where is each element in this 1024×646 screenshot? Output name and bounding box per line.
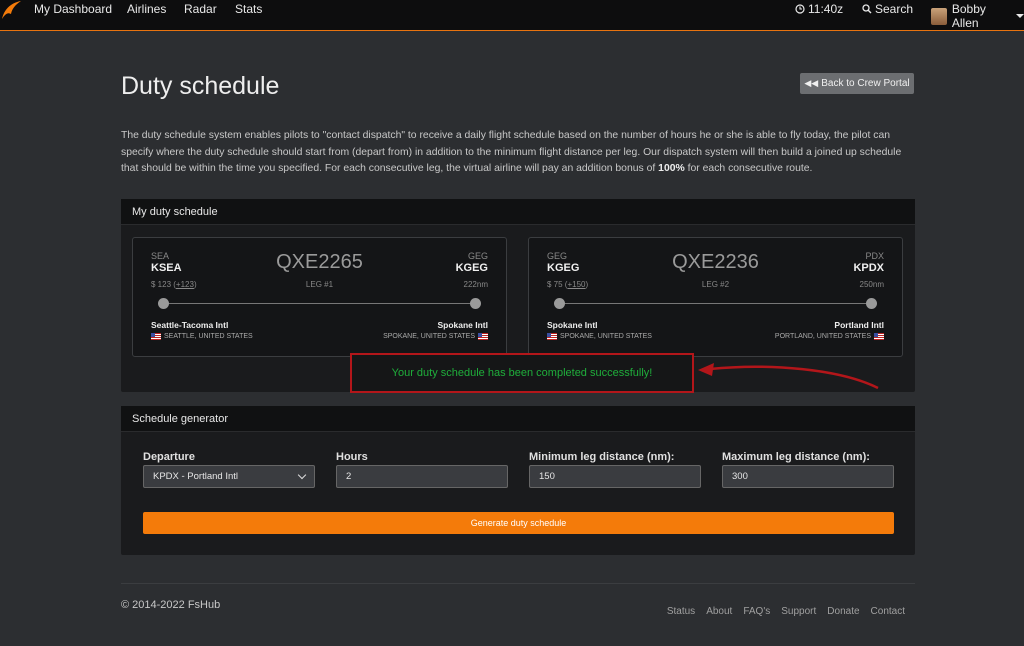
- footer-link-contact[interactable]: Contact: [871, 606, 905, 617]
- nav-airlines[interactable]: Airlines: [127, 2, 166, 16]
- min-distance-input[interactable]: 150: [529, 465, 701, 488]
- min-distance-label: Minimum leg distance (nm):: [529, 451, 675, 463]
- flight-number: QXE2236: [672, 251, 759, 273]
- leg-card[interactable]: GEG KGEG PDX KPDX QXE2236 LEG #2 $ 75 (+…: [528, 237, 903, 357]
- footer-links: Status About FAQ's Support Donate Contac…: [667, 606, 905, 617]
- footer-link-support[interactable]: Support: [781, 606, 816, 617]
- fshub-logo[interactable]: [0, 0, 22, 20]
- intro-bonus: 100%: [658, 163, 685, 174]
- departure-location-text: SEATTLE, UNITED STATES: [164, 333, 253, 340]
- max-distance-input[interactable]: 300: [722, 465, 894, 488]
- back-to-crew-portal-button[interactable]: ◀◀ Back to Crew Portal: [800, 73, 914, 94]
- arrival-dot: [866, 298, 877, 309]
- user-menu[interactable]: Bobby Allen: [931, 2, 1024, 30]
- avatar: [931, 7, 947, 25]
- arrival-location: PORTLAND, UNITED STATES: [775, 333, 887, 340]
- chevron-down-icon: [297, 470, 307, 480]
- copyright: © 2014-2022 FsHub: [121, 599, 221, 611]
- route-line: [163, 303, 476, 304]
- user-name: Bobby Allen: [951, 2, 986, 30]
- departure-airport-name: Seattle-Tacoma Intl: [151, 320, 229, 330]
- departure-location: SPOKANE, UNITED STATES: [544, 333, 652, 340]
- pay-amount: $ 123: [151, 280, 172, 289]
- departure-dot: [158, 298, 169, 309]
- max-distance-field: Maximum leg distance (nm): 300: [722, 451, 894, 488]
- top-navbar: My Dashboard Airlines Radar Stats 11:40z…: [0, 0, 1024, 31]
- generate-duty-schedule-button[interactable]: Generate duty schedule: [143, 512, 894, 534]
- us-flag-icon: [151, 333, 161, 340]
- pay-bonus: +150: [567, 280, 586, 289]
- hours-field: Hours 2: [336, 451, 508, 488]
- search-label: Search: [875, 2, 914, 16]
- pay-amount: $ 75: [547, 280, 563, 289]
- departure-label: Departure: [143, 451, 195, 463]
- leg-pay: $ 75 (+150): [547, 280, 589, 289]
- back-button-label: Back to Crew Portal: [821, 78, 910, 89]
- fast-backward-icon: ◀◀: [804, 78, 819, 88]
- pay-bonus: +123: [175, 280, 194, 289]
- departure-dot: [554, 298, 565, 309]
- intro-text: The duty schedule system enables pilots …: [121, 128, 916, 178]
- arrival-airport-name: Portland Intl: [834, 320, 884, 330]
- leg-card[interactable]: SEA KSEA GEG KGEG QXE2265 LEG #1 $ 123 (…: [132, 237, 507, 357]
- us-flag-icon: [478, 333, 488, 340]
- card-title: My duty schedule: [121, 199, 915, 225]
- footer-link-faqs[interactable]: FAQ's: [743, 606, 770, 617]
- arrival-airport-name: Spokane Intl: [437, 320, 488, 330]
- annotation-arrow-icon: [698, 363, 879, 390]
- leg-pay: $ 123 (+123): [151, 280, 197, 289]
- page-title: Duty schedule: [121, 72, 280, 100]
- departure-airport-name: Spokane Intl: [547, 320, 598, 330]
- max-distance-label: Maximum leg distance (nm):: [722, 451, 870, 463]
- card-title: Schedule generator: [121, 406, 915, 432]
- departure-field: Departure KPDX - Portland Intl: [143, 451, 315, 488]
- arrival-dot: [470, 298, 481, 309]
- us-flag-icon: [547, 333, 557, 340]
- arrival-location: SPOKANE, UNITED STATES: [383, 333, 491, 340]
- min-distance-field: Minimum leg distance (nm): 150: [529, 451, 701, 488]
- departure-value: KPDX - Portland Intl: [153, 471, 239, 482]
- leg-distance: 250nm: [859, 280, 884, 289]
- nav-my-dashboard[interactable]: My Dashboard: [34, 2, 112, 16]
- nav-stats[interactable]: Stats: [235, 2, 262, 16]
- success-message: Your duty schedule has been completed su…: [350, 353, 694, 393]
- footer-divider: [121, 583, 915, 584]
- search-link[interactable]: Search: [862, 2, 913, 16]
- footer-link-donate[interactable]: Donate: [827, 606, 859, 617]
- us-flag-icon: [874, 333, 884, 340]
- departure-location-text: SPOKANE, UNITED STATES: [560, 333, 652, 340]
- utc-clock: 11:40z: [795, 2, 843, 16]
- arrival-location-text: PORTLAND, UNITED STATES: [774, 333, 871, 340]
- flight-number: QXE2265: [276, 251, 363, 273]
- hours-label: Hours: [336, 451, 368, 463]
- chevron-down-icon: [1016, 14, 1024, 18]
- route-line: [559, 303, 872, 304]
- leg-distance: 222nm: [463, 280, 488, 289]
- clock-icon: [795, 4, 805, 14]
- arrival-location-text: SPOKANE, UNITED STATES: [383, 333, 475, 340]
- hours-input[interactable]: 2: [336, 465, 508, 488]
- utc-time: 11:40z: [808, 2, 844, 16]
- footer-link-status[interactable]: Status: [667, 606, 695, 617]
- departure-location: SEATTLE, UNITED STATES: [148, 333, 253, 340]
- intro-suffix: for each consecutive route.: [684, 163, 813, 174]
- search-icon: [862, 4, 872, 14]
- departure-select[interactable]: KPDX - Portland Intl: [143, 465, 315, 488]
- footer-link-about[interactable]: About: [706, 606, 732, 617]
- nav-radar[interactable]: Radar: [184, 2, 217, 16]
